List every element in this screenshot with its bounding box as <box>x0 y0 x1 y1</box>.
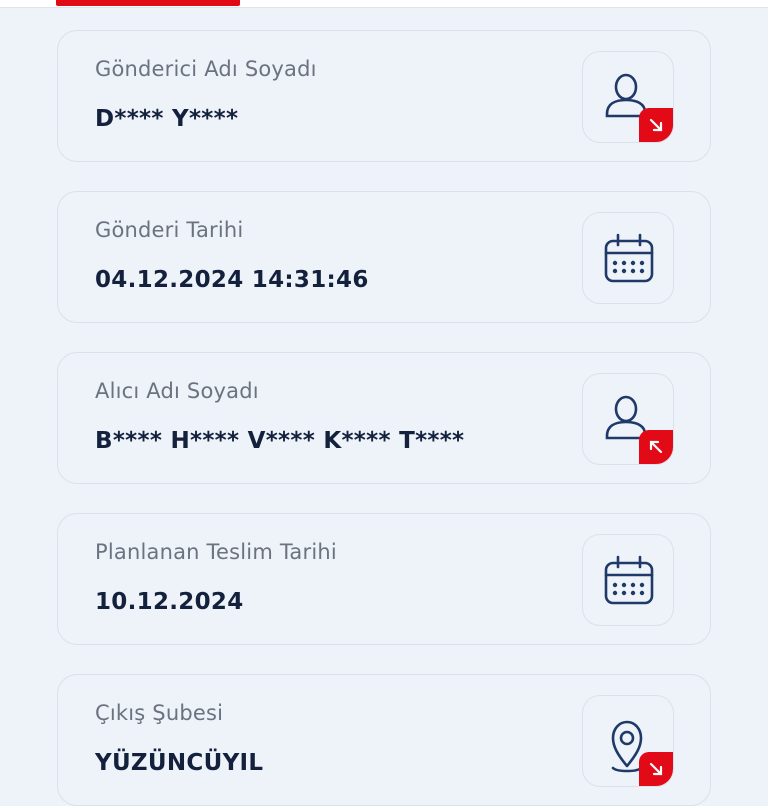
arrow-down-right-badge <box>639 752 673 786</box>
origin-branch-card: Çıkış Şubesi YÜZÜNCÜYIL <box>57 674 711 806</box>
sender-name-label: Gönderici Adı Soyadı <box>95 57 317 81</box>
ship-date-label: Gönderi Tarihi <box>95 218 244 242</box>
arrow-up-left-badge <box>639 430 673 464</box>
recipient-name-value: B**** H**** V**** K**** T**** <box>95 428 465 454</box>
active-tab-indicator <box>56 0 240 6</box>
person-incoming-icon <box>582 373 674 465</box>
location-pin-icon <box>582 695 674 787</box>
recipient-name-card: Alıcı Adı Soyadı B**** H**** V**** K****… <box>57 352 711 484</box>
planned-delivery-value: 10.12.2024 <box>95 589 244 615</box>
origin-branch-label: Çıkış Şubesi <box>95 701 224 725</box>
calendar-icon <box>582 534 674 626</box>
ship-date-value: 04.12.2024 14:31:46 <box>95 267 369 293</box>
ship-date-card: Gönderi Tarihi 04.12.2024 14:31:46 <box>57 191 711 323</box>
planned-delivery-label: Planlanan Teslim Tarihi <box>95 540 337 564</box>
recipient-name-label: Alıcı Adı Soyadı <box>95 379 259 403</box>
sender-name-card: Gönderici Adı Soyadı D**** Y**** <box>57 30 711 162</box>
calendar-icon <box>582 212 674 304</box>
sender-name-value: D**** Y**** <box>95 106 239 132</box>
arrow-down-right-badge <box>639 108 673 142</box>
planned-delivery-card: Planlanan Teslim Tarihi 10.12.2024 <box>57 513 711 645</box>
tab-bar <box>0 0 768 8</box>
origin-branch-value: YÜZÜNCÜYIL <box>95 750 264 776</box>
person-outgoing-icon <box>582 51 674 143</box>
